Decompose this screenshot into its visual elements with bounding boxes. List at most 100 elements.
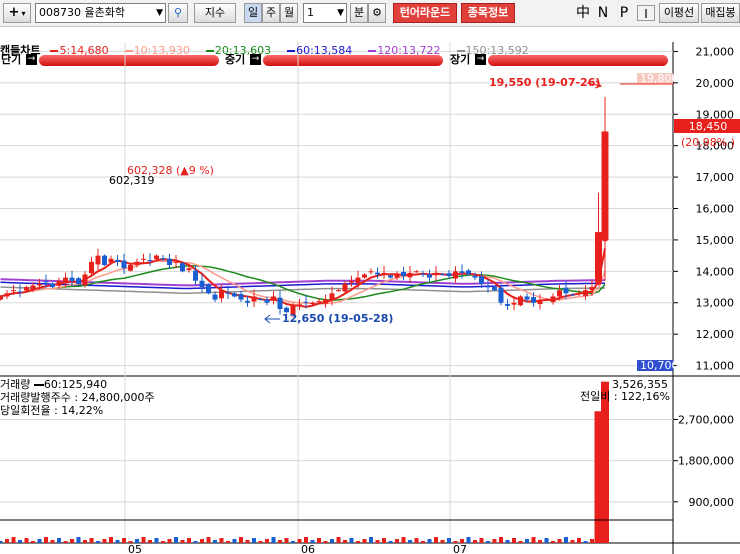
candle — [24, 287, 29, 291]
candle — [238, 293, 244, 300]
mid-annotation-black: 602,319 — [109, 174, 155, 187]
candle — [427, 274, 432, 278]
volume-bar — [206, 537, 211, 543]
candle — [323, 299, 328, 304]
volume-bar — [24, 538, 29, 543]
volume-bar — [245, 540, 250, 543]
candle — [30, 285, 36, 290]
legend-item: 20:13,603 — [202, 44, 277, 57]
volume-bar — [362, 539, 367, 543]
current-price-text: 18,450 — [689, 120, 728, 133]
candle — [4, 293, 10, 297]
candle — [225, 292, 231, 294]
candle — [316, 301, 322, 303]
candle — [485, 286, 491, 288]
candle-chart[interactable]: 11,000 12,000 13,000 14,000 15,000 16,000 17,0… — [0, 0, 740, 554]
candle — [277, 297, 283, 310]
low-annotation: 12,650 (19-05-28) — [282, 312, 393, 325]
candle — [524, 296, 530, 300]
volume-bar — [427, 539, 432, 543]
floor-badge-text: 10,700 — [640, 359, 679, 372]
volume-bar — [525, 539, 529, 543]
candle — [518, 296, 523, 306]
volume-bar — [63, 541, 68, 543]
candle — [160, 258, 166, 260]
candle — [121, 260, 127, 269]
volume-bar — [291, 541, 295, 543]
candle — [134, 261, 140, 266]
volume-bar — [161, 541, 165, 543]
candle — [56, 280, 62, 286]
volume-bar — [460, 539, 464, 543]
volume-bar — [141, 537, 146, 543]
volume-bar — [492, 539, 497, 543]
candle — [557, 290, 562, 297]
volume-bar — [193, 541, 198, 543]
candle — [479, 276, 484, 284]
candle — [167, 258, 172, 266]
volume-bar — [96, 541, 100, 543]
volume-bar — [369, 537, 373, 543]
candle — [563, 287, 569, 294]
volume-bar — [154, 538, 159, 543]
candle — [37, 283, 42, 286]
candle — [570, 294, 575, 296]
candle — [102, 255, 107, 266]
candle — [368, 271, 374, 273]
candle — [219, 290, 224, 299]
volume-bar — [265, 539, 269, 543]
candle — [154, 255, 159, 260]
volume-bar — [518, 541, 523, 543]
volume-bar — [317, 538, 321, 543]
volume-bar — [18, 540, 22, 543]
volume-bar — [440, 540, 445, 543]
legend-item: 5:14,680 — [46, 44, 114, 57]
volume-bar — [583, 541, 588, 543]
volume-title: 거래량 — [0, 378, 31, 391]
candle — [147, 260, 153, 262]
volume-bar — [551, 541, 555, 543]
volume-bar — [395, 539, 399, 543]
candle — [95, 255, 101, 265]
candle — [63, 277, 68, 284]
candle — [82, 274, 88, 286]
candle — [381, 272, 387, 274]
volume-bar — [538, 540, 542, 543]
volume-bar — [330, 539, 334, 543]
volume-bar — [50, 540, 55, 543]
candle — [336, 290, 341, 292]
volume-ratio-text: 전일비 : 122,16% — [580, 389, 670, 403]
volume-bar — [499, 537, 503, 543]
y-tick-label: 2,700,000 — [678, 413, 734, 426]
y-tick-label: 21,000 — [696, 45, 735, 58]
candle — [453, 271, 458, 279]
candle — [11, 290, 16, 292]
candle — [349, 280, 354, 283]
volume-bar — [239, 537, 243, 543]
candle — [388, 275, 393, 278]
volume-bar — [479, 538, 484, 543]
candle — [407, 272, 413, 278]
candle — [89, 261, 94, 274]
volume-bar — [70, 539, 74, 543]
volume-bar — [505, 540, 510, 543]
candle — [206, 284, 211, 294]
candle — [128, 265, 133, 271]
candle — [583, 290, 588, 296]
volume-bar — [37, 539, 42, 543]
volume-bar — [226, 541, 230, 543]
legend-item: 120:13,722 — [364, 44, 446, 57]
candle — [459, 271, 465, 273]
candle — [492, 287, 497, 291]
volume-bar — [570, 540, 575, 543]
candle — [212, 294, 218, 300]
high-annotation: 19,550 (19-07-26) — [489, 76, 600, 89]
candle — [420, 273, 426, 275]
candle — [466, 270, 471, 275]
volume-bar — [401, 537, 406, 543]
volume-bar — [128, 541, 133, 543]
volume-bar — [577, 538, 581, 543]
volume-bar — [174, 537, 178, 543]
candle — [264, 299, 270, 303]
volume-bar — [115, 540, 120, 543]
